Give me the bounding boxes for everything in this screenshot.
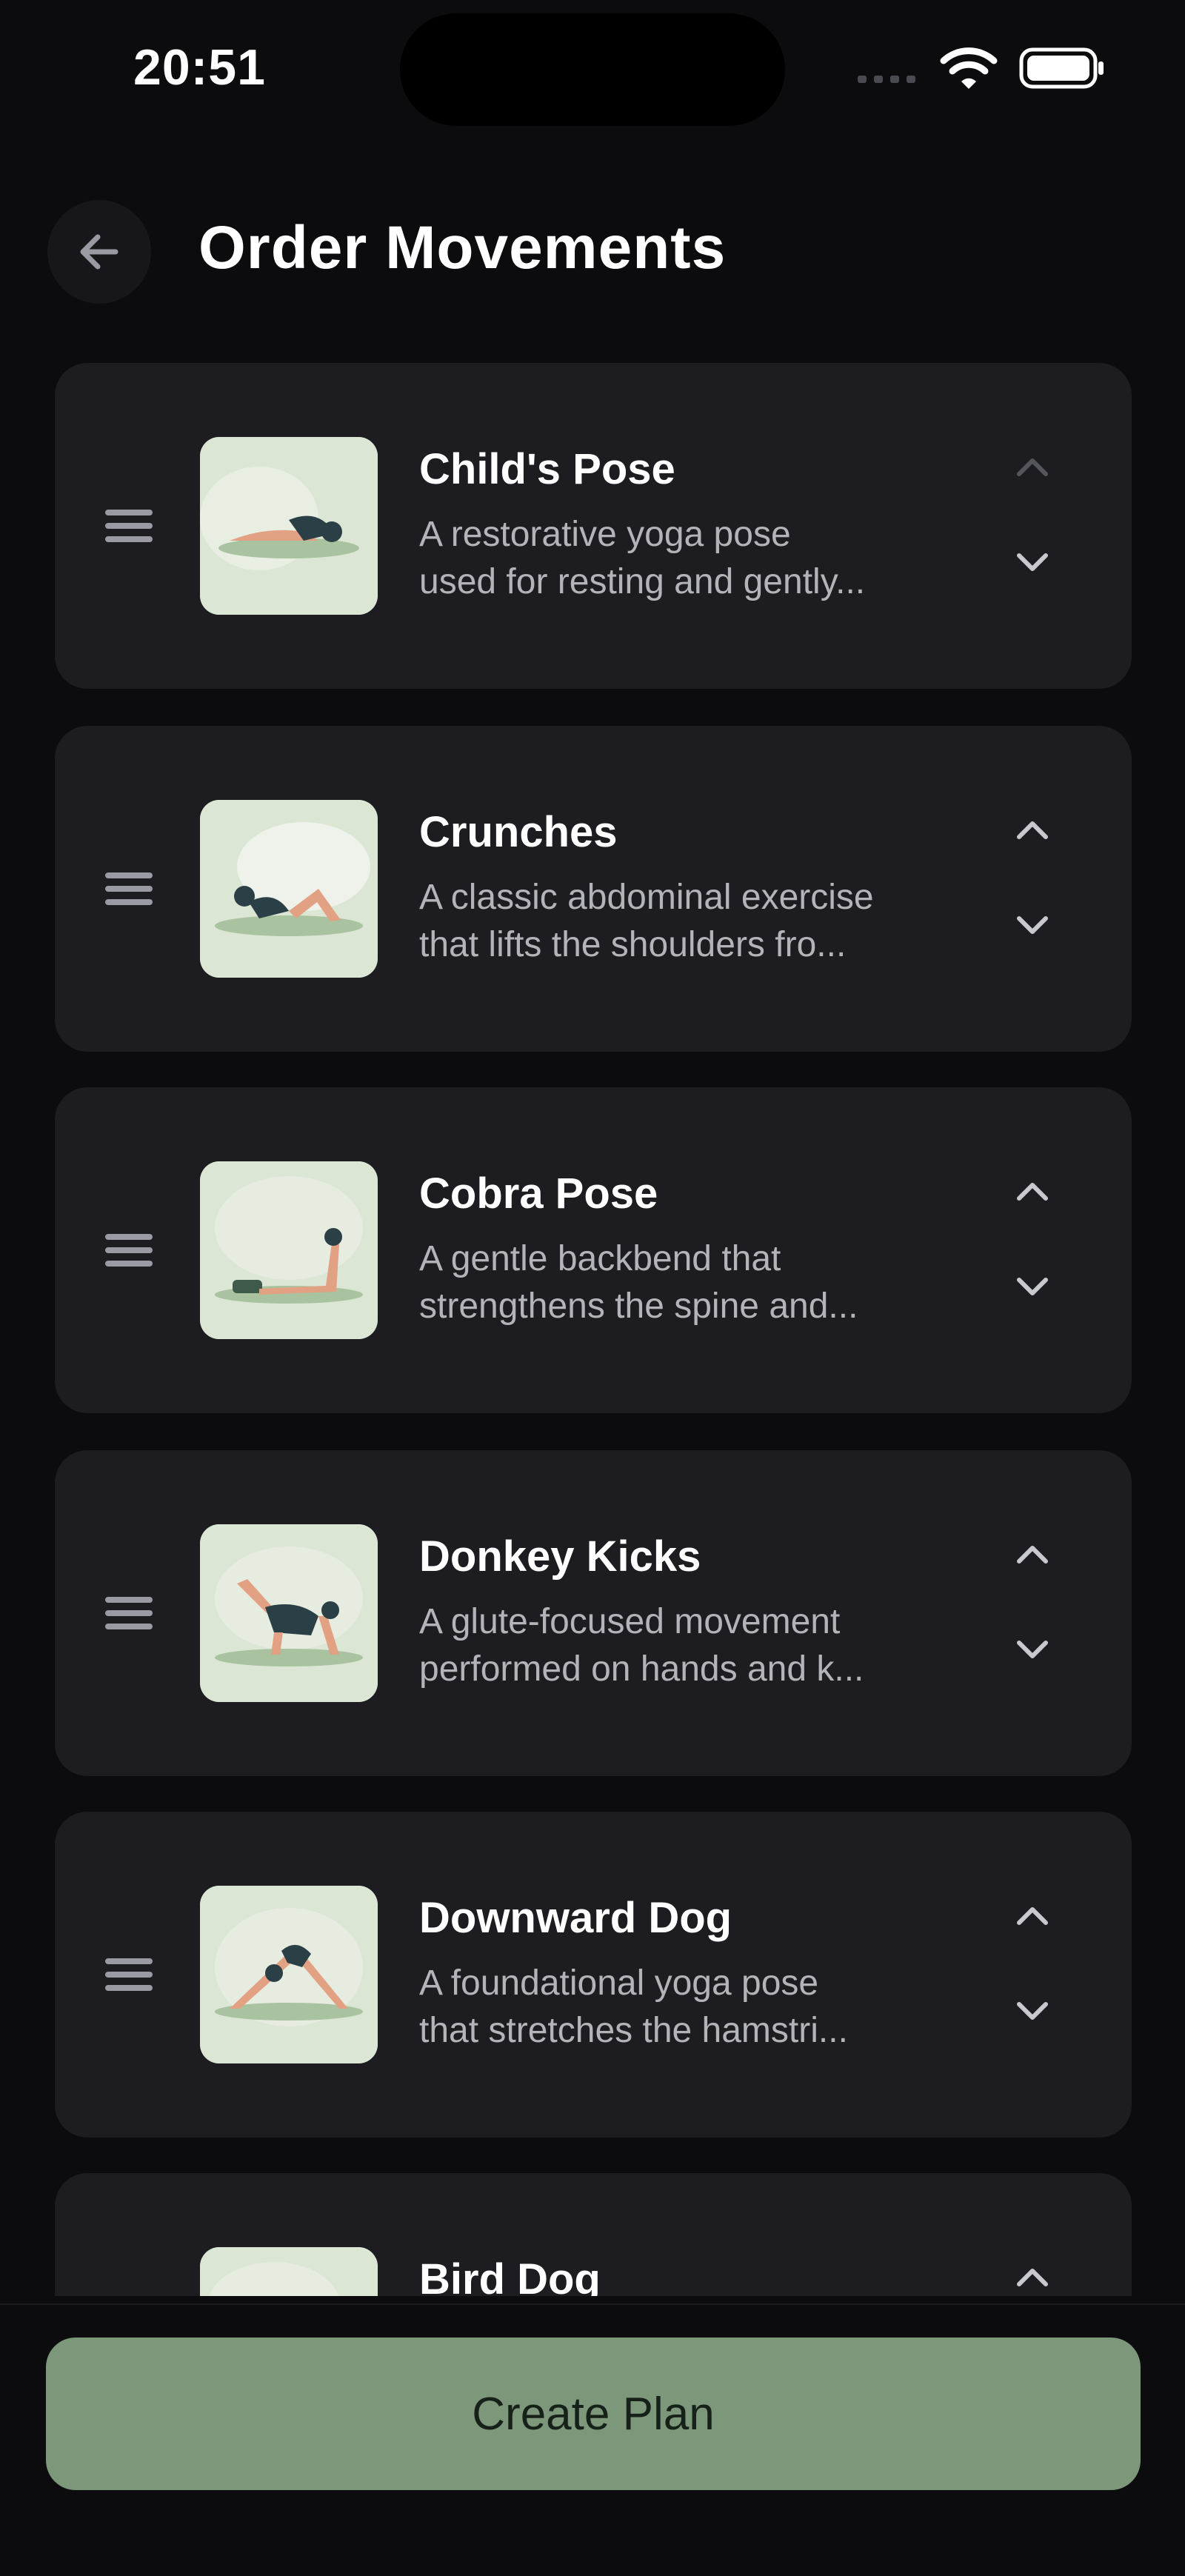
move-down-button[interactable]	[995, 1613, 1069, 1687]
move-down-button[interactable]	[995, 889, 1069, 963]
movement-title: Donkey Kicks	[419, 1532, 701, 1581]
drag-handle-icon[interactable]	[101, 1222, 157, 1278]
chevron-up-icon	[1017, 1183, 1048, 1201]
movement-description: A glute-focused movement performed on ha…	[419, 1602, 864, 1689]
movement-title: Child's Pose	[419, 445, 675, 493]
chevron-down-icon	[1017, 553, 1048, 571]
chevron-down-icon	[1017, 1278, 1048, 1295]
drag-handle-icon[interactable]	[101, 498, 157, 554]
move-up-button[interactable]	[995, 2240, 1069, 2296]
movement-card[interactable]: Bird Dog	[55, 2173, 1132, 2296]
movement-card[interactable]: Downward Dog A foundational yoga pose th…	[55, 1812, 1132, 2138]
movement-thumbnail	[200, 2247, 378, 2296]
movement-thumbnail	[200, 800, 378, 978]
chevron-down-icon	[1017, 916, 1048, 934]
movement-title: Cobra Pose	[419, 1169, 658, 1218]
movement-description: A restorative yoga pose used for resting…	[419, 515, 866, 601]
movement-description: A classic abdominal exercise that lifts …	[419, 878, 874, 964]
chevron-up-icon	[1017, 458, 1048, 476]
chevron-down-icon	[1017, 1641, 1048, 1658]
chevron-up-icon	[1017, 1546, 1048, 1564]
move-up-button[interactable]	[995, 793, 1069, 867]
movement-thumbnail	[200, 1886, 378, 2063]
move-up-button[interactable]	[995, 1878, 1069, 1952]
order-movements-screen: 20:51 Child's Pose A restorative yoga po…	[0, 0, 1185, 2576]
movement-card[interactable]: Cobra Pose A gentle backbend that streng…	[55, 1087, 1132, 1413]
drag-handle-icon[interactable]	[101, 1585, 157, 1641]
chevron-up-icon	[1017, 1907, 1048, 1925]
drag-handle-icon[interactable]	[101, 1946, 157, 2003]
movement-thumbnail	[200, 437, 378, 615]
movement-description: A foundational yoga pose that stretches …	[419, 1963, 848, 2050]
movement-title: Downward Dog	[419, 1894, 732, 1942]
move-down-button[interactable]	[995, 526, 1069, 600]
movement-card[interactable]: Child's Pose A restorative yoga pose use…	[55, 363, 1132, 689]
move-up-button[interactable]	[995, 430, 1069, 504]
movement-title: Crunches	[419, 808, 618, 856]
movement-card[interactable]: Crunches A classic abdominal exercise th…	[55, 726, 1132, 1052]
movement-description: A gentle backbend that strengthens the s…	[419, 1239, 858, 1326]
movement-title: Bird Dog	[419, 2255, 601, 2296]
chevron-up-icon	[1017, 2269, 1048, 2286]
movement-list[interactable]: Child's Pose A restorative yoga pose use…	[0, 0, 1185, 2296]
back-button[interactable]	[47, 200, 151, 304]
move-down-button[interactable]	[995, 1250, 1069, 1324]
page-title: Order Movements	[198, 214, 727, 281]
arrow-left-icon	[80, 234, 118, 270]
movement-thumbnail	[200, 1524, 378, 1702]
move-down-button[interactable]	[995, 1975, 1069, 2049]
movement-thumbnail	[200, 1161, 378, 1339]
create-plan-button[interactable]: Create Plan	[46, 2338, 1141, 2490]
move-up-button[interactable]	[995, 1154, 1069, 1228]
chevron-down-icon	[1017, 2002, 1048, 2020]
drag-handle-icon[interactable]	[101, 861, 157, 917]
move-up-button[interactable]	[995, 1517, 1069, 1591]
movement-card[interactable]: Donkey Kicks A glute-focused movement pe…	[55, 1450, 1132, 1776]
chevron-up-icon	[1017, 821, 1048, 839]
